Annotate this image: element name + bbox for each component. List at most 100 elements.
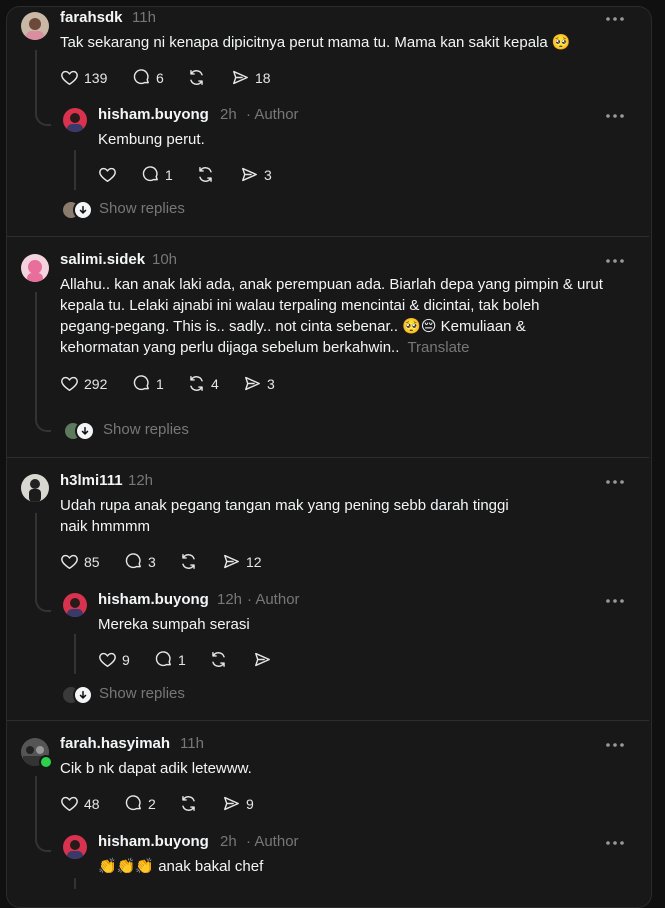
comment-text: Udah rupa anak pegang tangan mak yang pe…: [60, 495, 620, 537]
author-badge: · Author: [246, 106, 299, 123]
username[interactable]: h3lmi111: [60, 472, 123, 489]
translate-link[interactable]: Translate: [407, 339, 469, 356]
username[interactable]: farah.hasyimah: [60, 735, 170, 752]
heart-icon: [60, 552, 79, 571]
more-options-icon[interactable]: [605, 254, 625, 268]
avatar[interactable]: [63, 593, 87, 617]
divider: [7, 720, 649, 721]
timestamp: 10h: [152, 251, 178, 268]
send-icon: [240, 165, 259, 184]
share-count: 12: [246, 553, 262, 570]
repost-icon: [196, 165, 215, 184]
author-badge: · Author: [246, 833, 299, 850]
more-options-icon[interactable]: [605, 12, 625, 26]
like-button[interactable]: 48: [60, 794, 100, 813]
comment-line: Allahu.. kan anak laki ada, anak perempu…: [60, 276, 603, 293]
reply-button[interactable]: 2: [124, 794, 156, 813]
timestamp: 12h: [217, 591, 243, 608]
reply-button[interactable]: 1: [154, 650, 186, 669]
more-options-icon[interactable]: [605, 594, 625, 608]
send-icon: [222, 794, 241, 813]
comment-icon: [154, 650, 173, 669]
avatar[interactable]: [21, 254, 49, 282]
timestamp: 2h: [220, 833, 237, 850]
reply-count: 3: [148, 553, 156, 570]
share-button[interactable]: 3: [240, 165, 272, 184]
reply-count: 6: [156, 69, 164, 86]
like-button[interactable]: 9: [98, 650, 130, 669]
like-button[interactable]: 85: [60, 552, 100, 571]
repost-button[interactable]: [179, 794, 198, 813]
send-icon: [253, 650, 272, 669]
comment-line: kehormatan yang perlu dijaga sebelum ber…: [60, 339, 400, 356]
reply-button[interactable]: 3: [124, 552, 156, 571]
heart-icon: [60, 374, 79, 393]
share-count: 3: [267, 375, 275, 392]
repost-button[interactable]: 4: [187, 374, 219, 393]
thread-connector: [35, 586, 51, 612]
like-count: 48: [84, 795, 100, 812]
like-button[interactable]: 139: [60, 68, 107, 87]
more-options-icon[interactable]: [605, 109, 625, 123]
like-button[interactable]: 292: [60, 374, 107, 393]
heart-icon: [60, 68, 79, 87]
arrow-down-icon: [75, 421, 95, 441]
more-options-icon[interactable]: [605, 836, 625, 850]
timestamp: 12h: [128, 472, 154, 489]
repost-button[interactable]: [209, 650, 228, 669]
thread-connector: [35, 400, 51, 432]
username[interactable]: farahsdk: [60, 9, 123, 26]
share-button[interactable]: 3: [243, 374, 275, 393]
repost-button[interactable]: [196, 165, 215, 184]
comment-icon: [141, 165, 160, 184]
share-button[interactable]: 9: [222, 794, 254, 813]
comment-text: Cik b nk dapat adik letewww.: [60, 760, 252, 777]
timestamp: 2h: [220, 106, 237, 123]
reply-count: 1: [178, 651, 186, 668]
comment-text: Tak sekarang ni kenapa dipicitnya perut …: [60, 34, 571, 51]
like-count: 85: [84, 553, 100, 570]
comment-text: Allahu.. kan anak laki ada, anak perempu…: [60, 274, 630, 358]
repost-button[interactable]: [187, 68, 206, 87]
username[interactable]: hisham.buyong: [98, 106, 209, 123]
avatar[interactable]: [21, 474, 49, 502]
heart-icon: [98, 165, 117, 184]
share-count: 9: [246, 795, 254, 812]
avatar[interactable]: [63, 835, 87, 859]
repost-icon: [179, 794, 198, 813]
more-options-icon[interactable]: [605, 475, 625, 489]
reply-button[interactable]: 6: [132, 68, 164, 87]
send-icon: [222, 552, 241, 571]
share-button[interactable]: 18: [231, 68, 271, 87]
comment-icon: [124, 794, 143, 813]
thread-line: [74, 878, 76, 889]
divider: [7, 457, 649, 458]
share-button[interactable]: 12: [222, 552, 262, 571]
repost-icon: [209, 650, 228, 669]
author-badge: · Author: [247, 591, 300, 608]
username[interactable]: hisham.buyong: [98, 591, 209, 608]
show-replies-link[interactable]: Show replies: [103, 421, 189, 438]
reply-count: 2: [148, 795, 156, 812]
share-count: 3: [264, 166, 272, 183]
repost-button[interactable]: [179, 552, 198, 571]
reply-count: 1: [165, 166, 173, 183]
avatar[interactable]: [63, 108, 87, 132]
send-icon: [243, 374, 262, 393]
more-options-icon[interactable]: [605, 738, 625, 752]
username[interactable]: salimi.sidek: [60, 251, 145, 268]
like-button[interactable]: [98, 165, 117, 184]
timestamp: 11h: [132, 9, 156, 26]
online-status-indicator: [39, 755, 53, 769]
show-replies-link[interactable]: Show replies: [99, 685, 185, 702]
avatar[interactable]: [21, 12, 49, 40]
comment-line: kepala tu. Lelaki ajnabi ini walau terpa…: [60, 297, 540, 314]
comment-line: pegang-pegang. This is.. sadly.. not cin…: [60, 318, 526, 335]
share-button[interactable]: [253, 650, 272, 669]
show-replies-link[interactable]: Show replies: [99, 200, 185, 217]
reply-count: 1: [156, 375, 164, 392]
arrow-down-icon: [73, 685, 93, 705]
reply-button[interactable]: 1: [132, 374, 164, 393]
reply-button[interactable]: 1: [141, 165, 173, 184]
username[interactable]: hisham.buyong: [98, 833, 209, 850]
